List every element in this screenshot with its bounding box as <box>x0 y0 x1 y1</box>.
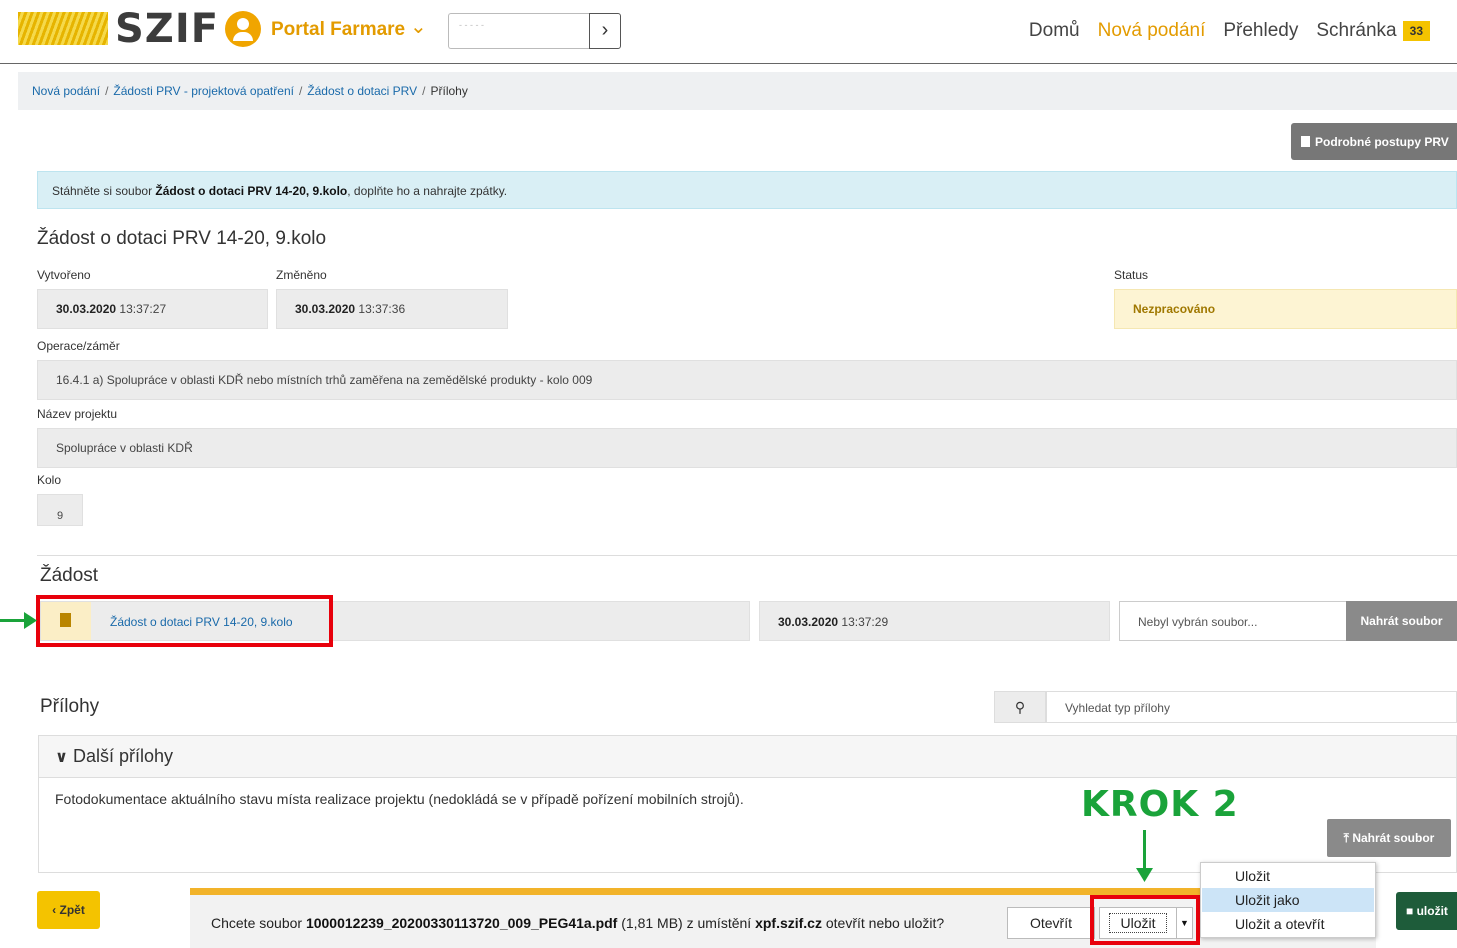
back-button[interactable]: ‹ Zpět <box>37 891 100 929</box>
highlight-zadost-link <box>36 595 333 647</box>
changed-label: Změněno <box>276 268 327 282</box>
highlight-save-button <box>1090 895 1200 945</box>
download-prompt-suffix: otevřít nebo uložit? <box>821 915 945 931</box>
changed-time: 13:37:36 <box>358 302 406 316</box>
download-host: xpf.szif.cz <box>755 915 822 931</box>
breadcrumb-current: Přílohy <box>430 84 468 98</box>
search-icon: ⚲ <box>994 691 1046 723</box>
status-badge: Nezpracováno <box>1114 289 1457 329</box>
created-date: 30.03.2020 <box>56 302 117 316</box>
chevron-right-icon: › <box>601 19 609 41</box>
top-header: SZIF Portal Farmare ⌄ - - - - - › Domů N… <box>0 0 1457 64</box>
additional-attachments-panel: ∨ Další přílohy Fotodokumentace aktuální… <box>38 735 1457 873</box>
green-arrow-down-shaft <box>1143 830 1146 870</box>
prv-procedures-label: Podrobné postupy PRV <box>1315 135 1449 149</box>
zadost-time: 13:37:29 <box>841 615 889 629</box>
alert-file-name: Žádost o dotaci PRV 14-20, 9.kolo <box>155 184 348 198</box>
breadcrumb-separator: / <box>422 84 426 98</box>
back-label: Zpět <box>59 903 85 917</box>
project-name-label: Název projektu <box>37 407 118 421</box>
upload-icon: ⤒ <box>1343 831 1349 845</box>
download-open-button[interactable]: Otevřít <box>1007 907 1095 939</box>
save-button[interactable]: ■ uložit <box>1396 892 1457 930</box>
attachment-type-search-input[interactable]: Vyhledat typ přílohy <box>1046 691 1457 723</box>
prv-procedures-button[interactable]: Podrobné postupy PRV <box>1291 123 1457 160</box>
zadost-date: 30.03.2020 <box>778 615 839 629</box>
save-label: uložit <box>1416 904 1448 918</box>
menu-item-save[interactable]: Uložit <box>1202 864 1374 888</box>
attachment-upload-button[interactable]: ⤒ Nahrát soubor <box>1327 819 1451 857</box>
download-file-name: 1000012239_20200330113720_009_PEG41a.pdf <box>305 915 618 931</box>
prilohy-title: Přílohy <box>40 696 100 717</box>
additional-attachments-toggle[interactable]: ∨ Další přílohy <box>39 736 1456 778</box>
nav-inbox-label: Schránka <box>1316 20 1397 41</box>
search-submit-button[interactable]: › <box>589 13 621 49</box>
subject-search-input[interactable]: - - - - - <box>448 13 590 49</box>
breadcrumb-link-prv-application[interactable]: Žádost o dotaci PRV <box>307 84 417 98</box>
breadcrumb-link-new-submissions[interactable]: Nová podání <box>32 84 100 98</box>
menu-item-save-as[interactable]: Uložit jako <box>1202 888 1374 912</box>
menu-item-save-and-open[interactable]: Uložit a otevřít <box>1202 912 1374 936</box>
form-title: Žádost o dotaci PRV 14-20, 9.kolo <box>37 228 327 249</box>
user-icon[interactable] <box>225 11 261 47</box>
szif-logo-text[interactable]: SZIF <box>115 6 219 52</box>
status-label: Status <box>1114 268 1149 282</box>
green-arrow-left-head <box>24 612 37 629</box>
info-alert: Stáhněte si soubor Žádost o dotaci PRV 1… <box>37 171 1457 209</box>
download-file-size: (1,81 MB) z umístění <box>617 915 756 931</box>
step-annotation: KROK 2 <box>1081 784 1239 825</box>
nav-inbox[interactable]: Schránka 33 <box>1316 20 1430 42</box>
zadost-file-input[interactable]: Nebyl vybrán soubor... <box>1119 601 1346 641</box>
document-icon <box>1301 136 1310 147</box>
chevron-down-icon[interactable]: ⌄ <box>410 14 427 39</box>
project-name-field: Spolupráce v oblasti KDŘ <box>37 428 1457 468</box>
search-input-value: - - - - - <box>459 20 484 30</box>
created-time: 13:37:27 <box>119 302 167 316</box>
created-field: 30.03.2020 13:37:27 <box>37 289 268 329</box>
round-label: Kolo <box>37 473 62 487</box>
operation-field: 16.4.1 a) Spolupráce v oblasti KDŘ nebo … <box>37 360 1457 400</box>
green-arrow-left-shaft <box>0 619 26 622</box>
breadcrumb-separator: / <box>105 84 109 98</box>
breadcrumb: Nová podání / Žádosti PRV - projektová opa… <box>18 72 1457 110</box>
nav-home[interactable]: Domů <box>1029 20 1080 42</box>
zadost-title: Žádost <box>40 565 99 586</box>
inbox-count-badge: 33 <box>1402 20 1430 41</box>
alert-text-after: , doplňte ho a nahrajte zpátky. <box>347 184 508 198</box>
nav-overviews[interactable]: Přehledy <box>1223 20 1298 42</box>
breadcrumb-separator: / <box>298 84 303 98</box>
zadost-upload-button[interactable]: Nahrát soubor <box>1346 601 1457 641</box>
szif-logo-graphic[interactable] <box>18 12 108 45</box>
changed-field: 30.03.2020 13:37:36 <box>276 289 508 329</box>
portal-menu-label[interactable]: Portal Farmare <box>271 19 405 41</box>
green-arrow-down-head <box>1136 868 1153 882</box>
breadcrumb-link-prv-requests[interactable]: Žádosti PRV - projektová opatření <box>113 84 294 98</box>
attachment-description: Fotodokumentace aktuálního stavu místa r… <box>55 791 744 807</box>
chevron-down-icon: ∨ <box>55 749 68 766</box>
chevron-left-icon: ‹ <box>52 903 57 917</box>
round-field: 9 <box>37 494 83 526</box>
panel-title: Další přílohy <box>73 746 174 766</box>
attachment-upload-label: Nahrát soubor <box>1352 831 1435 845</box>
save-options-menu: Uložit Uložit jako Uložit a otevřít <box>1200 862 1376 938</box>
changed-date: 30.03.2020 <box>295 302 356 316</box>
created-label: Vytvořeno <box>37 268 91 282</box>
section-divider <box>37 555 1457 556</box>
operation-label: Operace/záměr <box>37 339 120 353</box>
download-prompt: Chcete soubor 1000012239_20200330113720_… <box>211 915 944 931</box>
main-nav: Domů Nová podání Přehledy Schránka 33 <box>1029 20 1430 42</box>
zadost-date-field: 30.03.2020 13:37:29 <box>759 601 1110 641</box>
download-prompt-prefix: Chcete soubor <box>211 915 306 931</box>
alert-text-before: Stáhněte si soubor <box>52 184 156 198</box>
floppy-icon: ■ <box>1406 904 1414 918</box>
nav-new-submissions[interactable]: Nová podání <box>1098 20 1206 42</box>
